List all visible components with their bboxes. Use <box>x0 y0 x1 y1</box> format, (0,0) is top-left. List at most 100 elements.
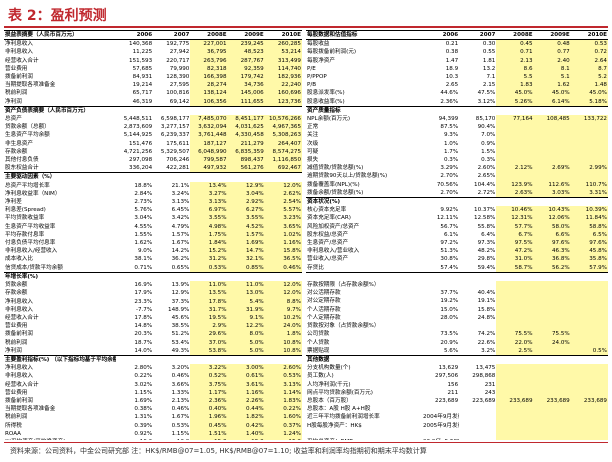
cell-value: 0.55 <box>482 49 496 56</box>
section-header: 资产质量指标 <box>306 105 608 116</box>
cell-value: 10.3 <box>445 74 459 81</box>
cell-value <box>496 105 534 116</box>
table-row: 总股本（百万股） 223,689 223,689 233,689 233,689 233,… <box>306 396 608 406</box>
row-label: 生息资产/总资产 <box>307 240 349 247</box>
cell-value: 2.70% <box>440 189 459 196</box>
cell-value: 65,717 <box>132 90 153 97</box>
row-label: 总资产 <box>5 116 22 123</box>
cell-value: 10.37% <box>474 207 496 214</box>
cell-value: 10.39% <box>570 206 608 215</box>
cell-value <box>533 429 571 438</box>
row-label: 生息资产平均收益率 <box>5 223 56 230</box>
cell-value: 2.54% <box>264 198 302 207</box>
row-label <box>306 430 422 438</box>
cell-value: 35.8% <box>570 255 608 264</box>
cell-value: 70.56% <box>436 181 459 188</box>
cell-value: 2.99% <box>570 164 608 173</box>
cell-value <box>496 364 534 373</box>
cell-value <box>533 289 571 298</box>
cell-value <box>190 172 228 182</box>
cell-value <box>533 437 571 440</box>
cell-value: 123,736 <box>264 97 302 107</box>
cell-value: 32.1% <box>227 255 265 264</box>
cell-value: 3.55% <box>227 214 265 223</box>
table-row: 次级 1.0% 0.9% <box>306 139 608 148</box>
cell-value: 0.71 <box>496 48 534 57</box>
row-label: 利息差(Spread) <box>5 207 46 214</box>
cell-value <box>459 197 497 207</box>
cell-value: 313,499 <box>264 56 302 65</box>
row-label: 资本充足率(CAR) <box>307 215 351 222</box>
cell-value: 2.26% <box>227 396 265 406</box>
cell-value: 233,689 <box>570 396 608 406</box>
cell-value: 13,475 <box>475 365 496 372</box>
table-row: 生息资产/总资产 97.2% 97.3% 97.5% 97.6% 97.6% <box>306 239 608 248</box>
cell-value <box>496 131 534 140</box>
cell-value: 692,467 <box>264 164 302 173</box>
cell-value: 11.84% <box>570 214 608 223</box>
cell-value: 138,124 <box>190 89 228 98</box>
section-header: 主要盈利指标(%) （以下指标均基于平均余额计算） <box>4 354 302 365</box>
cell-value: 10.43% <box>533 206 571 215</box>
cell-value: 45.0% <box>533 89 571 98</box>
cell-value: 4.55% <box>134 223 153 230</box>
cell-value <box>570 413 608 422</box>
cell-value <box>533 421 571 430</box>
cell-value: 422,281 <box>166 165 190 172</box>
row-label: 核心资本充足率 <box>307 207 347 214</box>
cell-value: 5.5 <box>496 73 534 82</box>
cell-value: 15.8% <box>264 247 302 256</box>
row-label: 人均净利润(千元) <box>307 381 351 388</box>
row-label: 股息收益率(%) <box>307 98 345 105</box>
table-row: 票据贴现 5.6% 3.2% 2.5% 0.5% <box>306 346 608 356</box>
cell-value: 2.80% <box>134 365 153 372</box>
cell-value: 87.5% <box>440 124 459 131</box>
table-row: 利息差(Spread) 5.76% 6.45% 6.97% 6.27% 5.57% <box>4 206 302 215</box>
cell-value: 22.6% <box>477 339 496 346</box>
cell-value <box>496 147 534 157</box>
cell-value <box>227 271 265 282</box>
cell-value: 84,931 <box>132 74 153 81</box>
cell-value: 11,225 <box>132 49 153 56</box>
cell-value: 260,285 <box>264 39 302 49</box>
cell-value: 1.62 <box>533 81 571 90</box>
row-label: 其他付息负债 <box>5 157 39 164</box>
cell-value <box>570 305 608 314</box>
cell-value: 2.72% <box>477 189 496 196</box>
cell-value: 15.8% <box>477 306 496 313</box>
cell-value: 3.03% <box>533 188 571 198</box>
table-row: 对公定期存款 19.2% 19.1% <box>306 297 608 306</box>
cell-value: 175,611 <box>166 140 190 147</box>
cell-value <box>570 289 608 298</box>
row-label: 当期提取各项准备金 <box>5 406 56 413</box>
cell-value: 6.6% <box>533 230 571 240</box>
row-label: 拨备覆盖率(NPL)(%) <box>307 181 360 188</box>
cell-value <box>422 105 460 116</box>
table-row: 贷款余额（总额） 2,873,609 3,277,157 3,632,094 4,031… <box>4 123 302 132</box>
row-label: 存款余额 <box>5 148 28 155</box>
cell-value <box>496 388 534 397</box>
cell-value: 1.33% <box>171 389 190 396</box>
cell-value: 108,485 <box>533 115 571 124</box>
cell-value <box>227 354 265 365</box>
cell-value: 97.6% <box>570 239 608 248</box>
cell-value <box>459 405 496 413</box>
row-label: 资产质量指标 <box>306 105 422 116</box>
row-label: 每股收益 <box>307 41 330 48</box>
cell-value <box>459 438 496 440</box>
cell-value: 2007 <box>459 30 497 41</box>
cell-value <box>153 271 191 282</box>
row-label: 个人定期存款 <box>307 314 341 321</box>
cell-value: 79,990 <box>169 65 190 72</box>
cell-value <box>533 364 571 373</box>
cell-value <box>459 422 496 430</box>
cell-value: 2007 <box>153 30 191 41</box>
cell-value: 3.13% <box>190 198 228 207</box>
cell-value: 2.65 <box>445 82 459 89</box>
cell-value: 0.3% <box>443 157 459 164</box>
row-label: 经营收入合计 <box>5 314 39 321</box>
cell-value: 74.2% <box>477 331 496 338</box>
cell-value: 16.9% <box>134 282 153 289</box>
cell-value: 1.67% <box>171 414 190 421</box>
table-row: 个人贷款 20.9% 22.6% 22.0% 24.0% <box>306 338 608 347</box>
